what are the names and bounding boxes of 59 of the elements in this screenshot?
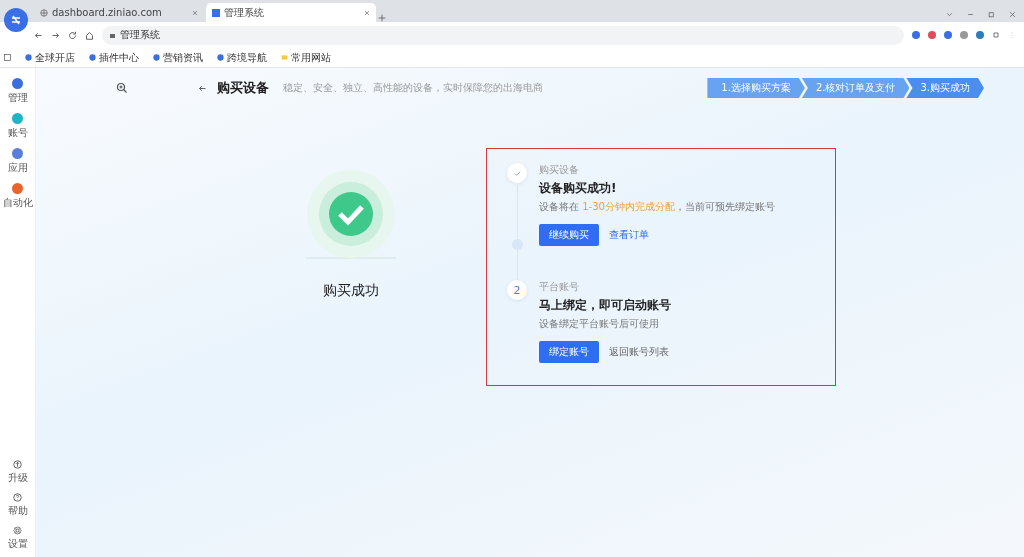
page-subtitle: 稳定、安全、独立、高性能的设备，实时保障您的出海电商 (283, 81, 543, 95)
browser-tab[interactable]: 管理系统 (206, 3, 376, 22)
address-field[interactable]: 管理系统 (102, 25, 904, 45)
step-tag: 平台账号 (539, 280, 671, 294)
page-title: 购买设备 (217, 79, 269, 97)
lock-icon (110, 32, 115, 38)
zoom-in-icon[interactable] (116, 82, 128, 94)
sidebar-item[interactable]: 设置 (7, 526, 28, 551)
link-button[interactable]: 返回账号列表 (609, 345, 669, 359)
bookmark-link[interactable]: 常用网站 (281, 50, 331, 65)
arrow-up-circle-icon[interactable] (13, 460, 22, 469)
sidebar-item[interactable]: 账号 (7, 113, 28, 140)
new-tab-icon[interactable] (378, 14, 386, 22)
progress-step: 1.选择购买方案 (707, 78, 805, 98)
sidebar-item[interactable]: 自动化 (2, 183, 33, 210)
help-icon[interactable] (13, 493, 22, 502)
close-icon[interactable] (1009, 10, 1016, 18)
close-icon[interactable] (192, 9, 198, 16)
bookmark-icon (89, 54, 96, 61)
close-icon[interactable] (364, 9, 370, 16)
step-description: 设备将在 1-30分钟内完成分配，当前可预先绑定账号 (539, 200, 775, 214)
bookmark-icon (153, 54, 160, 61)
apps-icon[interactable] (4, 54, 11, 61)
bookmark-link[interactable]: 营销资讯 (153, 50, 203, 65)
forward-arrow-icon[interactable] (51, 30, 60, 40)
bookmark-link[interactable]: 全球开店 (25, 50, 75, 65)
step-title: 设备购买成功! (539, 180, 618, 197)
step-title: 马上绑定，即可启动账号 (539, 297, 671, 314)
success-caption: 购买成功 (323, 282, 379, 300)
reload-icon[interactable] (68, 30, 77, 40)
step-number: 2 (507, 280, 527, 300)
home-icon[interactable] (85, 30, 94, 40)
settings-icon[interactable] (13, 526, 22, 535)
progress-step: 2.核对订单及支付 (801, 78, 910, 98)
address-text: 管理系统 (120, 28, 160, 42)
check-icon (507, 163, 527, 183)
back-arrow-icon[interactable] (198, 83, 207, 93)
bookmark-icon (281, 54, 288, 61)
back-arrow-icon[interactable] (34, 30, 43, 40)
primary-button[interactable]: 绑定账号 (539, 341, 599, 363)
sidebar-item[interactable]: 升级 (7, 460, 28, 485)
page-icon (212, 8, 220, 17)
sidebar-item[interactable]: 帮助 (7, 493, 28, 518)
bookmark-icon (25, 54, 32, 61)
link-button[interactable]: 查看订单 (609, 228, 649, 242)
sidebar-item[interactable]: 应用 (7, 148, 28, 175)
chevron-down-icon[interactable] (946, 10, 953, 18)
step-tag: 购买设备 (539, 163, 775, 177)
app-logo-icon (4, 8, 28, 32)
globe-icon (40, 8, 48, 17)
progress-step: 3.购买成功 (906, 78, 984, 98)
primary-button[interactable]: 继续购买 (539, 224, 599, 246)
bookmark-link[interactable]: 插件中心 (89, 50, 139, 65)
bookmark-link[interactable]: 跨境导航 (217, 50, 267, 65)
restore-icon[interactable] (988, 10, 995, 18)
step-description: 设备绑定平台账号后可使用 (539, 317, 660, 331)
bookmark-icon (217, 54, 224, 61)
browser-tab[interactable]: dashboard.ziniao.com (34, 3, 204, 22)
sidebar-item[interactable]: 管理 (7, 78, 28, 105)
